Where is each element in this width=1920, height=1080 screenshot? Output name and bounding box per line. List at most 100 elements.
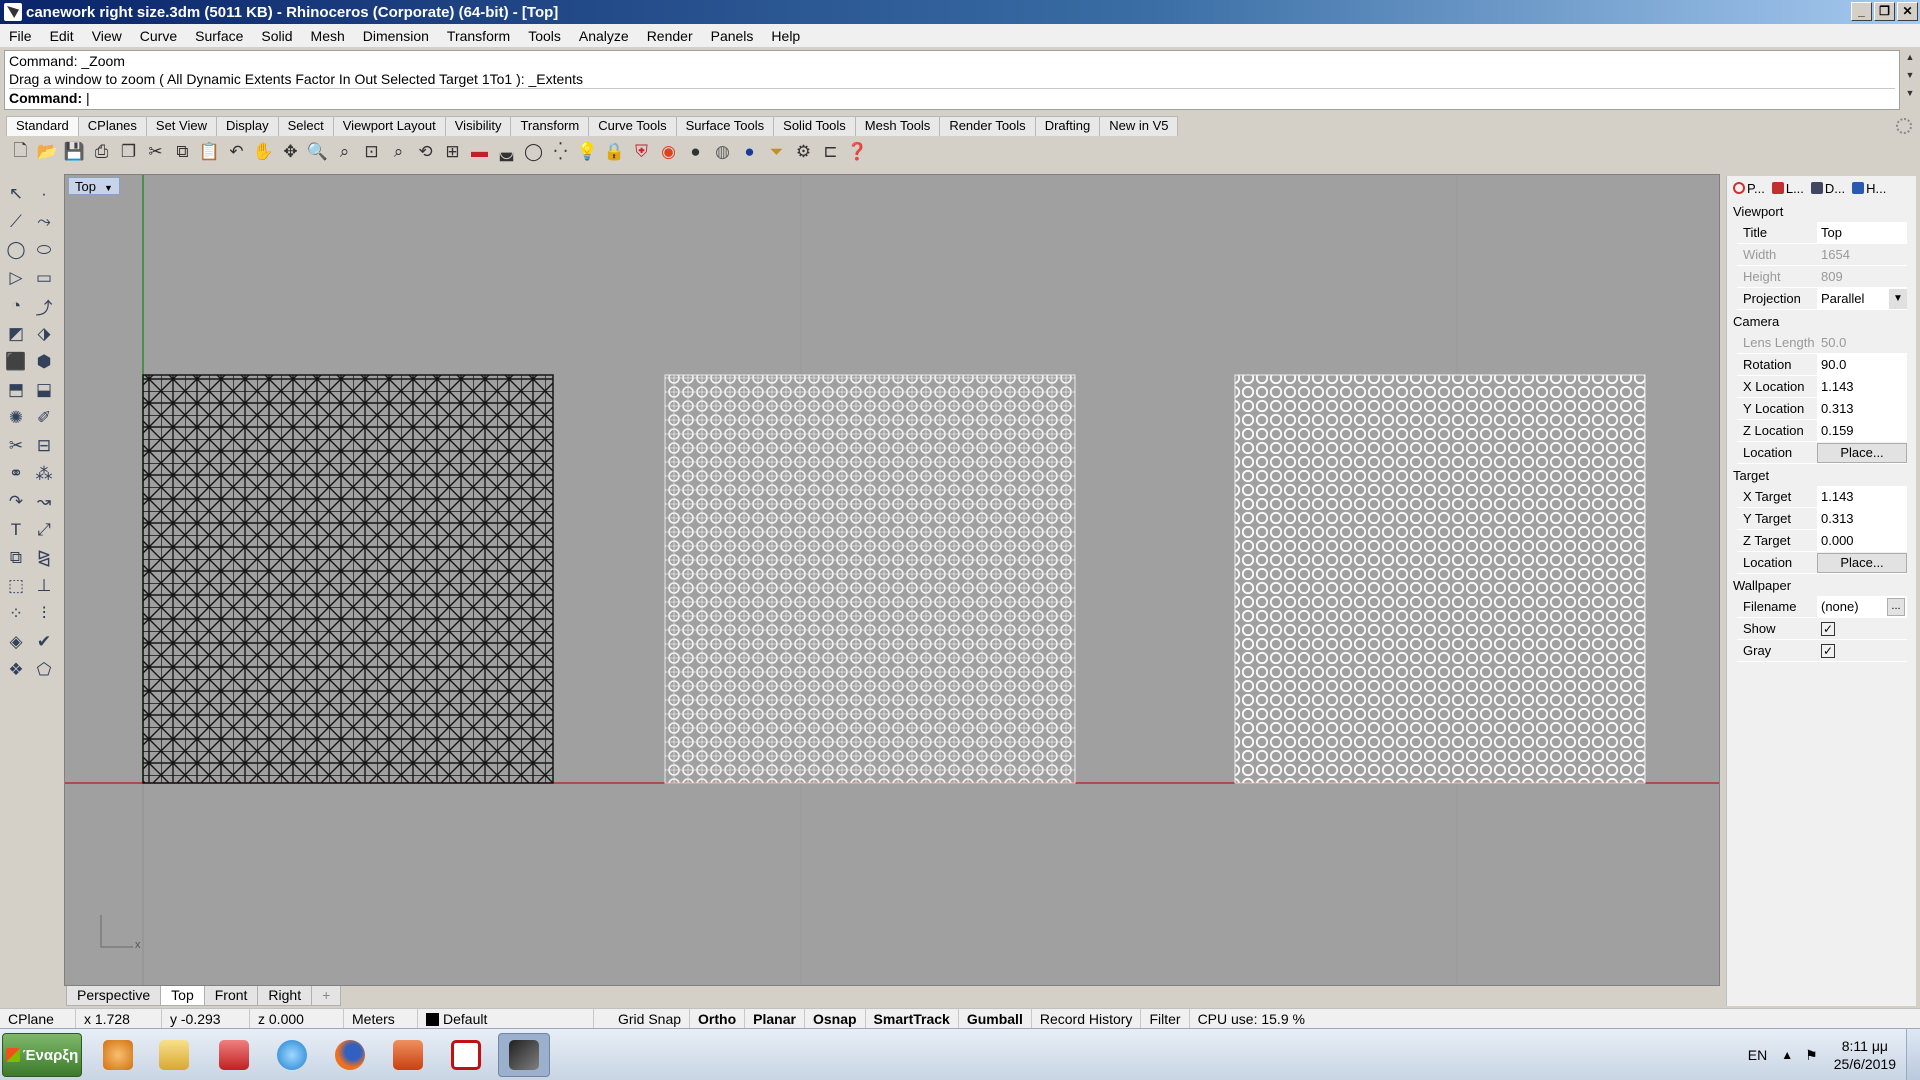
light-icon[interactable]: ✺: [2, 404, 30, 432]
tab-set-view[interactable]: Set View: [145, 116, 217, 136]
open-folder-icon[interactable]: 📂: [35, 140, 60, 165]
array-icon[interactable]: ⁘: [2, 600, 30, 628]
y-location-field[interactable]: 0.313: [1817, 398, 1907, 419]
rotation-field[interactable]: 90.0: [1817, 354, 1907, 375]
car-icon[interactable]: ▬: [467, 140, 492, 165]
taskbar-image-viewer[interactable]: [208, 1033, 260, 1077]
filter-funnel-icon[interactable]: ⏷: [764, 140, 789, 165]
command-scrollbar[interactable]: ▲ ▼ ▼: [1902, 52, 1918, 108]
curve-icon[interactable]: ⤳: [30, 208, 58, 236]
minimize-button[interactable]: _: [1851, 2, 1872, 21]
menu-dimension[interactable]: Dimension: [354, 28, 438, 44]
clock[interactable]: 8:11 μμ 25/6/2019: [1824, 1037, 1906, 1073]
toolbar-settings-gear-icon[interactable]: [1896, 118, 1912, 134]
action-center-flag-icon[interactable]: ⚑: [1799, 1047, 1824, 1064]
taskbar-firefox[interactable]: [324, 1033, 376, 1077]
planar-toggle[interactable]: Planar: [745, 1008, 805, 1029]
polyline-icon[interactable]: ⟋: [2, 208, 30, 236]
menu-surface[interactable]: Surface: [186, 28, 252, 44]
split-icon[interactable]: ⊟: [30, 432, 58, 460]
projection-select[interactable]: Parallel ▼: [1817, 288, 1907, 309]
lock-icon[interactable]: 🔒: [602, 140, 627, 165]
scroll-up-icon[interactable]: ▲: [1902, 52, 1918, 70]
grid-snap-icon[interactable]: ⁛: [548, 140, 573, 165]
save-icon[interactable]: 💾: [62, 140, 87, 165]
tab-drafting[interactable]: Drafting: [1034, 116, 1101, 136]
gray-checkbox[interactable]: ✓: [1821, 644, 1835, 658]
menu-view[interactable]: View: [83, 28, 131, 44]
z-location-field[interactable]: 0.159: [1817, 420, 1907, 441]
tab-curve-tools[interactable]: Curve Tools: [588, 116, 677, 136]
taskbar-media-player[interactable]: [92, 1033, 144, 1077]
menu-render[interactable]: Render: [638, 28, 702, 44]
taskbar-explorer[interactable]: [148, 1033, 200, 1077]
menu-mesh[interactable]: Mesh: [302, 28, 354, 44]
four-viewports-icon[interactable]: ⊞: [440, 140, 465, 165]
language-indicator[interactable]: EN: [1740, 1047, 1775, 1063]
x-location-field[interactable]: 1.143: [1817, 376, 1907, 397]
cane-panel-black[interactable]: [142, 374, 554, 784]
ellipse-icon[interactable]: ⬭: [30, 236, 58, 264]
command-prompt[interactable]: Command: |: [9, 88, 1895, 106]
viewport-tab-front[interactable]: Front: [203, 986, 259, 1006]
viewport-tab-perspective[interactable]: Perspective: [66, 986, 162, 1006]
help-icon[interactable]: ❓: [845, 140, 870, 165]
mirror-icon[interactable]: ⧎: [30, 544, 58, 572]
material-icon[interactable]: ⬠: [30, 656, 58, 684]
circle-icon[interactable]: ◯: [2, 236, 30, 264]
close-button[interactable]: ✕: [1897, 2, 1918, 21]
z-target-field[interactable]: 0.000: [1817, 530, 1907, 551]
cut-icon[interactable]: ✂: [143, 140, 168, 165]
orient-icon[interactable]: ⫶: [30, 600, 58, 628]
start-button[interactable]: Έναρξη: [2, 1033, 82, 1077]
move-view-icon[interactable]: ✥: [278, 140, 303, 165]
show-checkbox[interactable]: ✓: [1821, 622, 1835, 636]
ortho-toggle[interactable]: Ortho: [690, 1008, 746, 1029]
tab-render-tools[interactable]: Render Tools: [939, 116, 1036, 136]
panel-tab-properties[interactable]: P...: [1731, 181, 1767, 196]
dimension-tool-icon[interactable]: ✐: [30, 404, 58, 432]
panel-tab-layers[interactable]: L...: [1770, 181, 1806, 196]
mesh-tools-icon[interactable]: ⬓: [30, 376, 58, 404]
scroll-expand-icon[interactable]: ▼: [1902, 88, 1918, 106]
arc-icon[interactable]: ◔: [2, 292, 30, 320]
measure-icon[interactable]: ⊥: [30, 572, 58, 600]
extrude-curve-icon[interactable]: ⬗: [30, 320, 58, 348]
menu-panels[interactable]: Panels: [702, 28, 763, 44]
panel-tab-help[interactable]: H...: [1850, 181, 1888, 196]
camera-place-button[interactable]: Place...: [1817, 443, 1907, 463]
scale-icon[interactable]: ⤢: [30, 516, 58, 544]
copy-icon[interactable]: ⧉: [170, 140, 195, 165]
panel-tab-display[interactable]: D...: [1809, 181, 1847, 196]
smarttrack-toggle[interactable]: SmartTrack: [866, 1008, 959, 1029]
analyze-icon[interactable]: ◈: [2, 628, 30, 656]
lightbulb-icon[interactable]: 💡: [575, 140, 600, 165]
cane-panel-white-1[interactable]: [664, 374, 1076, 784]
viewport-tab-top[interactable]: Top: [160, 986, 205, 1006]
trim-icon[interactable]: ✂: [2, 432, 30, 460]
taskbar-powerpoint[interactable]: [382, 1033, 434, 1077]
layer-shield-icon[interactable]: ⛨: [629, 140, 654, 165]
print-icon[interactable]: ⎙: [89, 140, 114, 165]
new-file-icon[interactable]: 🗋: [8, 140, 33, 165]
grid-snap-toggle[interactable]: Grid Snap: [610, 1008, 691, 1029]
rotate-view-icon[interactable]: ⟲: [413, 140, 438, 165]
mesh-plane-icon[interactable]: ⬒: [2, 376, 30, 404]
viewport-top[interactable]: x Top ▼: [64, 174, 1720, 986]
block-icon[interactable]: ⬚: [2, 572, 30, 600]
circle-tool-icon[interactable]: ◯: [521, 140, 546, 165]
options-gear-icon[interactable]: ⚙: [791, 140, 816, 165]
render-icon[interactable]: ❖: [2, 656, 30, 684]
copy-to-clipboard-icon[interactable]: ❐: [116, 140, 141, 165]
undo-icon[interactable]: ↶: [224, 140, 249, 165]
shaded-car-icon[interactable]: ◛: [494, 140, 519, 165]
zoom-extents-icon[interactable]: ⊡: [359, 140, 384, 165]
color-wheel-icon[interactable]: ◉: [656, 140, 681, 165]
menu-tools[interactable]: Tools: [519, 28, 570, 44]
title-field[interactable]: Top: [1817, 222, 1907, 243]
menu-curve[interactable]: Curve: [131, 28, 186, 44]
material-sphere-icon[interactable]: ●: [683, 140, 708, 165]
offset-icon[interactable]: ↝: [30, 488, 58, 516]
tab-display[interactable]: Display: [215, 116, 279, 136]
tab-visibility[interactable]: Visibility: [444, 116, 512, 136]
